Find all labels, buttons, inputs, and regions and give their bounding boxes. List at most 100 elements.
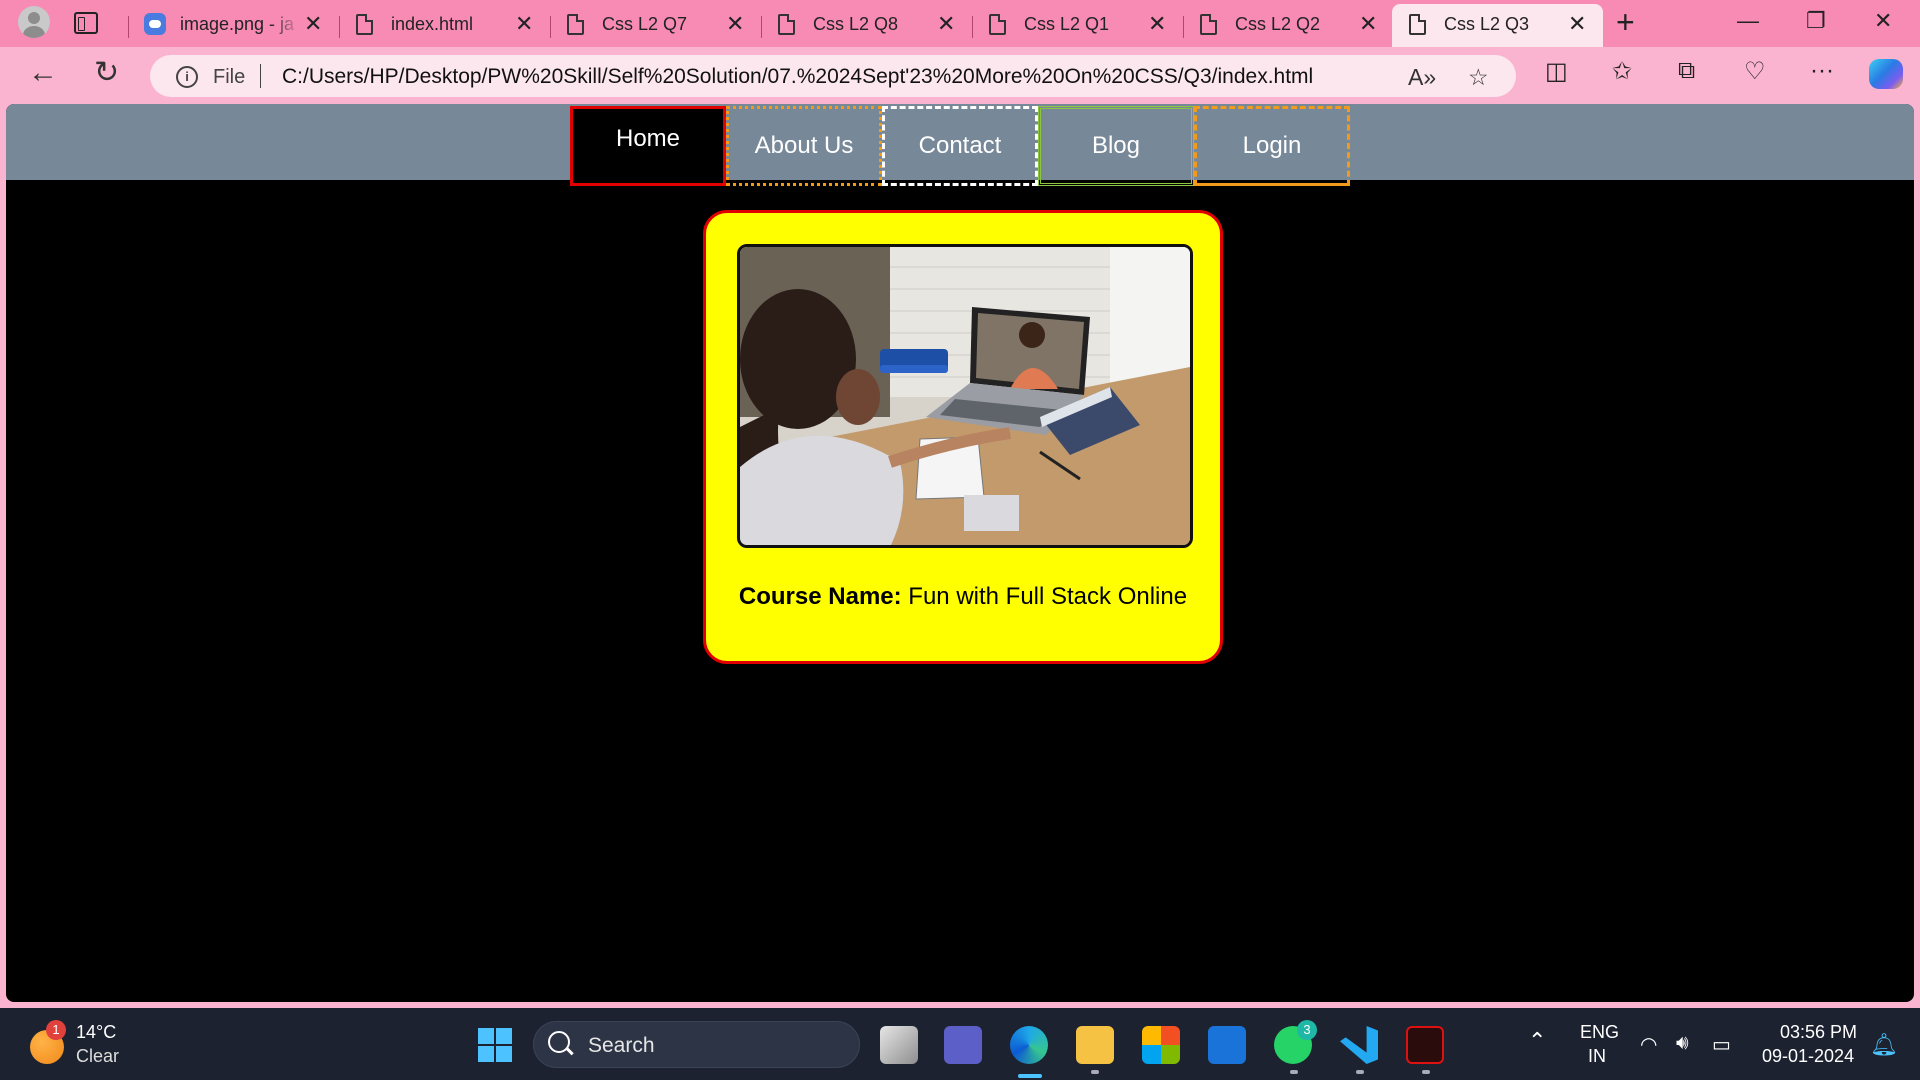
collections-icon[interactable]: ⧉	[1678, 57, 1695, 85]
file-icon	[356, 14, 373, 35]
app-running-indicator	[1422, 1070, 1430, 1074]
acrobat-icon[interactable]	[1406, 1026, 1444, 1064]
file-icon	[1409, 14, 1426, 35]
refresh-icon[interactable]: ↻	[94, 58, 119, 88]
weather-badge: 1	[46, 1020, 66, 1040]
more-menu-icon[interactable]: ···	[1810, 57, 1834, 85]
restore-icon[interactable]: ❐	[1806, 8, 1826, 34]
file-explorer-icon[interactable]	[1076, 1026, 1114, 1064]
nav-blog-label: Blog	[1091, 132, 1141, 159]
nav-about-link[interactable]: About Us	[726, 106, 882, 186]
tab-title: Css L2 Q1	[1024, 14, 1110, 34]
windows-start-icon[interactable]	[478, 1028, 512, 1062]
tab-separator	[1183, 16, 1184, 38]
nav-login-link[interactable]: Login	[1194, 106, 1350, 186]
address-separator	[260, 64, 261, 88]
read-aloud-icon[interactable]: A»	[1408, 64, 1436, 91]
search-placeholder: Search	[588, 1034, 655, 1057]
language-indicator[interactable]: ENG	[1580, 1022, 1619, 1043]
file-icon	[567, 14, 584, 35]
store-icon[interactable]	[1142, 1026, 1180, 1064]
clock-date[interactable]: 09-01-2024	[1762, 1046, 1854, 1067]
nav-login-label: Login	[1242, 132, 1302, 159]
tab-title: Css L2 Q2	[1235, 14, 1321, 34]
vscode-icon[interactable]	[1340, 1026, 1378, 1064]
file-icon	[989, 14, 1006, 35]
active-app-indicator	[1018, 1074, 1042, 1078]
split-screen-icon[interactable]: ◫	[1545, 57, 1568, 86]
copilot-icon[interactable]	[1869, 59, 1903, 89]
close-window-icon[interactable]: ✕	[1874, 8, 1892, 34]
browser-tab[interactable]: Css L2 Q1 ✕	[972, 4, 1183, 44]
tab-title: index.html	[391, 14, 474, 34]
minimize-icon[interactable]: —	[1737, 8, 1759, 34]
tab-close-icon[interactable]: ✕	[515, 12, 533, 36]
tab-strip: image.png - ja ✕ index.html ✕ Css L2 Q7 …	[0, 0, 1920, 47]
tab-title: image.png - ja	[180, 14, 295, 34]
notification-bell-icon[interactable]: 🔔︎	[1870, 1032, 1898, 1058]
tab-separator	[128, 16, 129, 38]
app-running-indicator	[1356, 1070, 1364, 1074]
region-indicator[interactable]: IN	[1588, 1046, 1606, 1067]
browser-toolbar: ← ↻ i File C:/Users/HP/Desktop/PW%20Skil…	[0, 47, 1920, 104]
whatsapp-badge: 3	[1297, 1020, 1317, 1040]
nav-contact-link[interactable]: Contact	[882, 106, 1038, 186]
nav-home-label: Home	[615, 125, 681, 152]
weather-condition[interactable]: Clear	[76, 1046, 119, 1067]
nav-home-link[interactable]: Home	[570, 106, 726, 186]
tab-title: Css L2 Q3	[1444, 14, 1530, 34]
course-name-value: Fun with Full Stack Online	[901, 583, 1188, 610]
favorite-star-icon[interactable]: ☆	[1468, 64, 1489, 91]
clock-time[interactable]: 03:56 PM	[1780, 1022, 1857, 1043]
windows-taskbar: 1 14°C Clear Search 3 ⌃ ENG IN ◠ 🔊︎ ▭ 03…	[0, 1008, 1920, 1080]
back-icon[interactable]: ←	[28, 58, 58, 88]
browser-tab[interactable]: image.png - ja ✕	[128, 4, 339, 44]
volume-icon[interactable]: 🔊︎	[1676, 1032, 1689, 1055]
site-navbar: Home About Us Contact Blog Login	[6, 104, 1914, 186]
tab-close-icon[interactable]: ✕	[1568, 12, 1586, 36]
tab-close-icon[interactable]: ✕	[1359, 12, 1377, 36]
tab-close-icon[interactable]: ✕	[304, 12, 322, 36]
weather-temperature[interactable]: 14°C	[76, 1022, 116, 1043]
taskbar-search[interactable]: Search	[533, 1021, 860, 1068]
profile-avatar-icon[interactable]	[18, 6, 50, 38]
nav-blog-link[interactable]: Blog	[1038, 106, 1194, 186]
tab-title: Css L2 Q7	[602, 14, 688, 34]
favorites-icon[interactable]: ✩	[1612, 57, 1632, 86]
app-running-indicator	[1290, 1070, 1298, 1074]
browser-tab-active[interactable]: Css L2 Q3 ✕	[1392, 4, 1603, 47]
tab-actions-icon[interactable]	[74, 12, 98, 34]
browser-tab[interactable]: Css L2 Q8 ✕	[761, 4, 972, 44]
tab-close-icon[interactable]: ✕	[937, 12, 955, 36]
app-running-indicator	[1091, 1070, 1099, 1074]
tab-title: Css L2 Q8	[813, 14, 899, 34]
search-icon	[548, 1031, 570, 1053]
page-viewport: Home About Us Contact Blog Login Course …	[6, 104, 1914, 1002]
url-text[interactable]: C:/Users/HP/Desktop/PW%20Skill/Self%20So…	[282, 65, 1313, 89]
new-tab-button[interactable]: +	[1616, 6, 1635, 38]
browser-tab[interactable]: index.html ✕	[339, 4, 550, 44]
battery-icon[interactable]: ▭	[1712, 1032, 1731, 1057]
site-info-icon[interactable]: i	[176, 66, 198, 88]
tab-close-icon[interactable]: ✕	[1148, 12, 1166, 36]
course-image	[737, 244, 1193, 548]
wifi-icon[interactable]: ◠	[1640, 1032, 1657, 1057]
tab-separator	[339, 16, 340, 38]
tab-separator	[972, 16, 973, 38]
jamboard-tab-icon	[144, 13, 166, 35]
browser-tab[interactable]: Css L2 Q7 ✕	[550, 4, 761, 44]
chevron-up-icon[interactable]: ⌃	[1528, 1028, 1546, 1054]
tab-close-icon[interactable]: ✕	[726, 12, 744, 36]
task-view-icon[interactable]	[880, 1026, 918, 1064]
mail-icon[interactable]	[1208, 1026, 1246, 1064]
nav-contact-label: Contact	[918, 132, 1002, 159]
edge-icon[interactable]	[1010, 1026, 1048, 1064]
file-icon	[1200, 14, 1217, 35]
course-name-text: Course Name: Fun with Full Stack Online	[706, 583, 1220, 611]
file-icon	[778, 14, 795, 35]
browser-essentials-icon[interactable]: ♡	[1744, 57, 1766, 86]
course-card: Course Name: Fun with Full Stack Online	[703, 210, 1223, 664]
teams-icon[interactable]	[944, 1026, 982, 1064]
address-bar[interactable]: i File C:/Users/HP/Desktop/PW%20Skill/Se…	[150, 55, 1516, 97]
browser-tab[interactable]: Css L2 Q2 ✕	[1183, 4, 1394, 44]
